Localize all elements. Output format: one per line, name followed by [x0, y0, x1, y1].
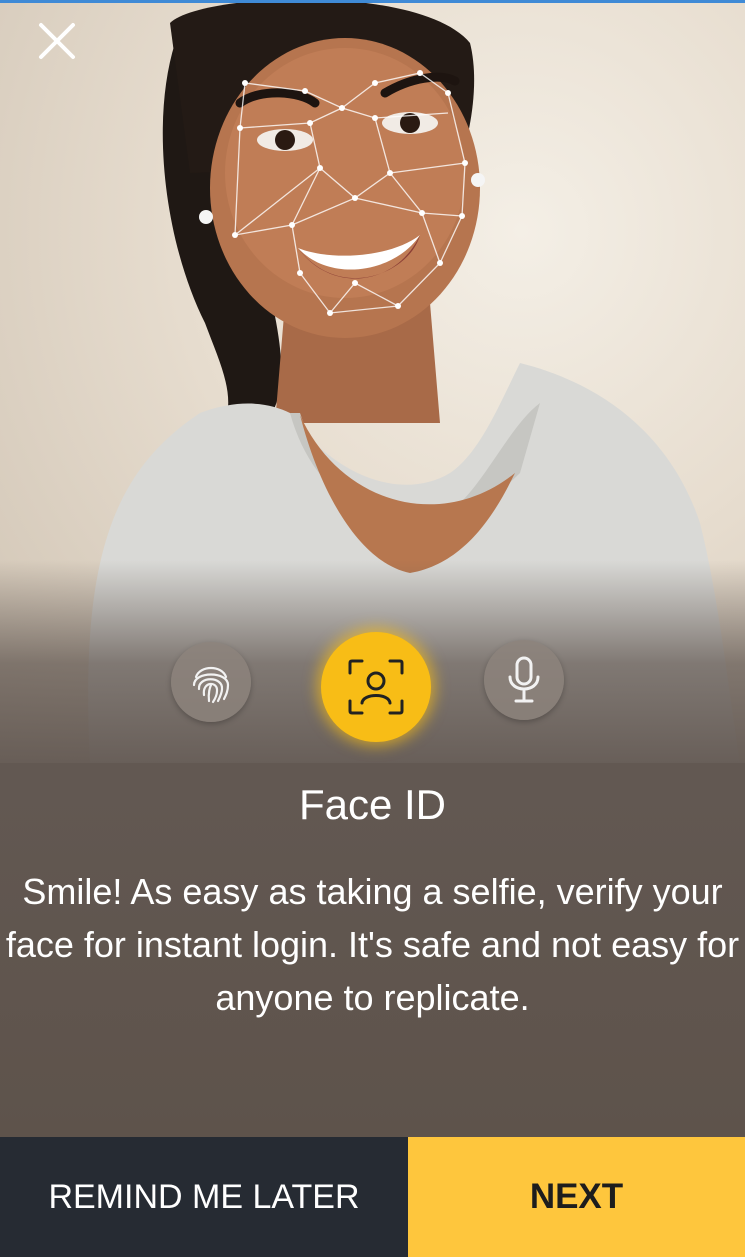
remind-me-later-label: REMIND ME LATER	[48, 1177, 360, 1216]
footer-actions: REMIND ME LATER NEXT	[0, 1137, 745, 1257]
close-icon	[39, 23, 75, 59]
remind-me-later-button[interactable]: REMIND ME LATER	[0, 1137, 408, 1257]
voice-option-button[interactable]	[484, 640, 564, 720]
fingerprint-icon	[192, 666, 230, 704]
page-title: Face ID	[298, 781, 447, 828]
next-button[interactable]: NEXT	[408, 1137, 745, 1257]
fingerprint-option-button[interactable]	[171, 642, 251, 722]
feature-description: Smile! As easy as taking a selfie, verif…	[5, 871, 740, 1018]
face-id-option-button[interactable]	[321, 632, 431, 742]
microphone-icon	[508, 656, 540, 703]
next-label: NEXT	[529, 1177, 624, 1216]
close-button[interactable]	[30, 20, 84, 64]
face-scan-icon	[348, 659, 404, 715]
